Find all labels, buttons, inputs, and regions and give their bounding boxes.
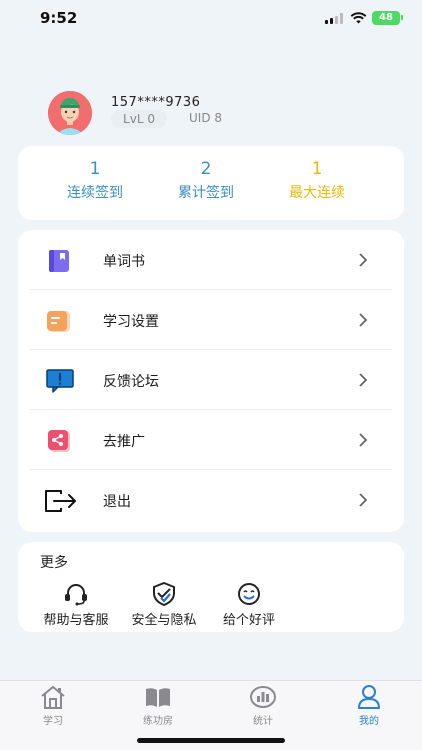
stat-value: 1 bbox=[311, 159, 323, 179]
menu-item-feedback-forum[interactable]: 反馈论坛 bbox=[18, 350, 404, 410]
menu-item-logout[interactable]: 退出 bbox=[18, 470, 404, 530]
stat-label: 连续签到 bbox=[67, 185, 123, 201]
signal-icon bbox=[325, 13, 345, 24]
shield-icon bbox=[153, 582, 175, 606]
headset-icon bbox=[65, 584, 87, 606]
home-indicator bbox=[137, 738, 285, 743]
feedback-icon bbox=[46, 369, 74, 393]
stat-label: 最大连续 bbox=[289, 185, 345, 201]
open-book-icon bbox=[146, 688, 170, 707]
status-bar: 9:52 48 bbox=[0, 0, 422, 40]
battery-cap bbox=[401, 15, 403, 20]
menu-label: 退出 bbox=[103, 494, 131, 510]
smile-icon bbox=[238, 583, 260, 605]
more-label: 安全与隐私 bbox=[131, 613, 197, 628]
menu-item-promote[interactable]: 去推广 bbox=[18, 410, 404, 470]
tab-label: 统计 bbox=[253, 716, 273, 727]
menu-item-study-settings[interactable]: 学习设置 bbox=[18, 290, 404, 350]
tab-statistics[interactable]: 统计 bbox=[228, 684, 298, 727]
more-label: 帮助与客服 bbox=[43, 613, 109, 628]
tab-label: 学习 bbox=[43, 716, 63, 727]
more-card: 更多 帮助与客服 安全与隐私 给个好评 bbox=[18, 542, 404, 632]
stat-value: 1 bbox=[89, 159, 101, 179]
avatar[interactable] bbox=[48, 91, 92, 135]
stat-value: 2 bbox=[200, 159, 212, 179]
status-time: 9:52 bbox=[40, 9, 78, 27]
menu-item-wordbook[interactable]: 单词书 bbox=[18, 230, 404, 290]
share-icon bbox=[48, 430, 70, 452]
menu-card: 单词书 学习设置 反馈论坛 去推广 退出 bbox=[18, 230, 404, 532]
wifi-icon bbox=[350, 12, 367, 24]
level-badge: LvL 0 bbox=[111, 110, 167, 128]
stat-consecutive-checkin: 1 连续签到 bbox=[45, 158, 145, 202]
stat-total-checkin: 2 累计签到 bbox=[156, 158, 256, 202]
chevron-right-icon bbox=[359, 253, 368, 267]
more-item-help[interactable]: 帮助与客服 bbox=[38, 582, 114, 628]
more-title: 更多 bbox=[40, 555, 68, 571]
tab-study[interactable]: 学习 bbox=[18, 684, 88, 727]
chevron-right-icon bbox=[359, 433, 368, 447]
folder-icon bbox=[47, 311, 70, 332]
more-label: 给个好评 bbox=[222, 613, 275, 628]
menu-label: 去推广 bbox=[103, 434, 145, 450]
chevron-right-icon bbox=[359, 493, 368, 507]
menu-label: 学习设置 bbox=[103, 314, 159, 330]
battery-indicator: 48 bbox=[372, 11, 400, 25]
more-item-rate[interactable]: 给个好评 bbox=[214, 582, 284, 628]
book-icon bbox=[49, 250, 69, 272]
avatar-image bbox=[48, 91, 92, 135]
tab-mine[interactable]: 我的 bbox=[334, 684, 404, 727]
home-icon bbox=[41, 685, 65, 709]
tab-label: 练功房 bbox=[143, 716, 173, 727]
stat-label: 累计签到 bbox=[178, 185, 234, 201]
chevron-right-icon bbox=[359, 313, 368, 327]
user-phone: 157****9736 bbox=[111, 95, 201, 110]
tab-label: 我的 bbox=[359, 716, 379, 727]
more-item-security[interactable]: 安全与隐私 bbox=[126, 582, 202, 628]
user-icon bbox=[358, 685, 380, 709]
user-id: UID 8 bbox=[189, 111, 223, 125]
stat-max-consecutive: 1 最大连续 bbox=[267, 158, 367, 202]
checkin-stats-card: 1 连续签到 2 累计签到 1 最大连续 bbox=[18, 146, 404, 220]
tab-practice-room[interactable]: 练功房 bbox=[123, 684, 193, 727]
chevron-right-icon bbox=[359, 373, 368, 387]
stats-icon bbox=[250, 686, 276, 708]
logout-icon bbox=[45, 490, 76, 512]
menu-label: 单词书 bbox=[103, 254, 145, 270]
menu-label: 反馈论坛 bbox=[103, 374, 159, 390]
